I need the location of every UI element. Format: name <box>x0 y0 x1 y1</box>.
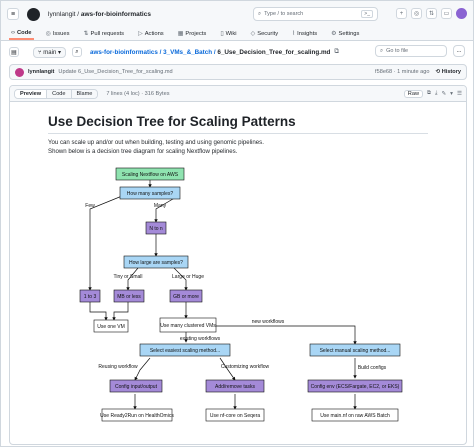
plus-icon[interactable]: + <box>396 8 407 19</box>
new-workflows-label: new workflows <box>252 319 285 325</box>
node-many-vms-label: Use many clustered VMs <box>160 323 216 329</box>
latest-commit: lynnlangit Update 6_Use_Decision_Tree_fo… <box>9 64 467 80</box>
command-palette-icon[interactable]: >_ <box>361 10 373 18</box>
node-batch-label: Use main.nf on raw AWS Batch <box>320 413 390 419</box>
book-icon: ▯ <box>220 31 224 37</box>
commit-sha-time[interactable]: f58e68 · 1 minute ago <box>375 69 429 75</box>
issue-icon: ◎ <box>45 31 51 37</box>
commit-avatar[interactable] <box>15 67 24 77</box>
play-icon: ▷ <box>138 31 143 37</box>
intro-line-1: You can scale up and/or out when buildin… <box>48 139 264 146</box>
go-to-file-placeholder: Go to file <box>386 48 409 54</box>
node-ready2run-label: Use Ready2Run on HealthOmics <box>100 413 174 419</box>
history-button[interactable]: ⟲ History <box>435 69 461 75</box>
owner-link[interactable]: lynnlangit <box>48 11 75 18</box>
copy-path-icon[interactable]: ⧉ <box>334 48 339 56</box>
pr-icon: ⇅ <box>83 31 89 37</box>
view-mode-toggle: Preview Code Blame <box>14 88 99 99</box>
branch-select[interactable]: ⑂ main ▾ <box>33 46 66 58</box>
tab-wiki[interactable]: ▯ Wiki <box>218 27 238 40</box>
many-label: Many <box>154 203 167 209</box>
sidebar-toggle-icon[interactable]: ▤ <box>9 47 19 57</box>
commit-message[interactable]: Update 6_Use_Decision_Tree_for_scaling.m… <box>58 69 172 75</box>
pull-requests-icon[interactable]: ⇅ <box>426 8 437 19</box>
download-icon[interactable]: ⤓ <box>435 90 437 97</box>
node-manual-label: Select manual scaling method... <box>320 348 391 354</box>
tab-code[interactable]: ‹› Code <box>9 27 34 40</box>
breadcrumb-file: 6_Use_Decision_Tree_for_scaling.md <box>217 48 331 56</box>
node-q2-label: How large are samples? <box>129 260 183 266</box>
tab-settings[interactable]: ⚙ Settings <box>329 27 361 40</box>
repo-nav: ‹› Code ◎ Issues ⇅ Pull requests ▷ Actions ▦… <box>1 27 473 41</box>
github-logo-icon[interactable] <box>27 7 40 21</box>
code-tab[interactable]: Code <box>47 89 72 98</box>
inbox-icon[interactable]: ▭ <box>441 8 452 19</box>
global-header: ≡ lynnlangit / aws-for-bioinformatics ⌕ … <box>1 1 473 27</box>
issues-icon[interactable]: ◎ <box>411 8 422 19</box>
branch-name: main <box>43 49 57 56</box>
markdown-body: Use Decision Tree for Scaling Patterns Y… <box>10 102 466 164</box>
search-icon[interactable]: ⌕ <box>71 47 82 57</box>
node-config-io-label: Config input/output <box>115 384 158 390</box>
tab-projects[interactable]: ▦ Projects <box>176 27 209 40</box>
search-input[interactable]: ⌕ Type / to search >_ <box>253 7 378 21</box>
file-meta: 7 lines (4 loc) · 316 Bytes <box>106 90 170 97</box>
large-label: Large or Huge <box>172 274 204 280</box>
avatar[interactable] <box>456 8 467 19</box>
preview-tab[interactable]: Preview <box>15 89 48 98</box>
repo-name: aws-for-bioinformatics <box>80 10 151 18</box>
breadcrumb-dir[interactable]: 3_VMs_&_Batch <box>163 49 212 56</box>
raw-button[interactable]: Raw <box>403 89 423 98</box>
code-icon: ‹› <box>11 29 15 36</box>
edit-icon[interactable]: ✎ <box>441 91 446 97</box>
breadcrumb-repo[interactable]: aws-for-bioinformatics <box>90 49 158 56</box>
node-mb-label: MB or less <box>117 294 141 300</box>
node-gb-label: GB or more <box>173 294 199 300</box>
edit-menu-icon[interactable]: ▾ <box>450 91 453 97</box>
file-viewer: Preview Code Blame 7 lines (4 loc) · 316… <box>9 85 467 445</box>
viewer-toolbar: Preview Code Blame 7 lines (4 loc) · 316… <box>10 86 466 102</box>
tab-actions[interactable]: ▷ Actions <box>136 27 166 40</box>
outline-icon[interactable]: ☰ <box>457 91 462 97</box>
intro-line-2: Shown below is a decision tree diagram f… <box>48 147 238 155</box>
search-placeholder: Type / to search <box>264 11 304 17</box>
node-n-to-n-label: N to n <box>149 226 163 232</box>
menu-icon[interactable]: ≡ <box>7 8 19 20</box>
table-icon: ▦ <box>177 31 184 37</box>
copy-icon[interactable]: ⧉ <box>427 90 431 97</box>
shield-icon: ◇ <box>250 31 256 37</box>
repo-link[interactable]: aws-for-bioinformatics <box>81 11 151 18</box>
go-to-file-input[interactable]: ⌕ Go to file <box>375 45 447 57</box>
search-icon: ⌕ <box>258 10 262 17</box>
tab-insights[interactable]: ⌇ Insights <box>290 27 319 40</box>
tiny-label: Tiny or Small <box>114 274 143 280</box>
blame-tab[interactable]: Blame <box>71 89 98 98</box>
build-configs-label: Build configs <box>358 365 387 371</box>
commit-author[interactable]: lynnlangit <box>28 69 54 75</box>
node-start-label: Scaling Nextflow on AWS <box>122 172 179 178</box>
node-one-vm-label: Use one VM <box>97 324 125 330</box>
decision-tree-diagram: Few Many Tiny or Small Large or Huge exi… <box>79 167 403 422</box>
more-options-button[interactable]: ... <box>453 45 465 57</box>
header-actions: + ◎ ⇅ ▭ <box>396 8 467 19</box>
reusing-label: Reusing workflow <box>98 364 138 370</box>
file-header: ▤ ⑂ main ▾ ⌕ aws-for-bioinformatics / 3_… <box>9 45 467 59</box>
tab-security[interactable]: ◇ Security <box>249 27 281 40</box>
gear-icon: ⚙ <box>331 31 337 37</box>
node-q1-label: How many samples? <box>127 191 174 197</box>
node-add-remove-label: Add/remove tasks <box>215 384 256 390</box>
node-1-to-3-label: 1 to 3 <box>84 294 97 300</box>
node-easiest-label: Select easiest scaling method... <box>150 348 220 354</box>
breadcrumb: aws-for-bioinformatics / 3_VMs_&_Batch /… <box>89 48 331 56</box>
tab-pull-requests[interactable]: ⇅ Pull requests <box>82 27 127 40</box>
browser-frame: ≡ lynnlangit / aws-for-bioinformatics ⌕ … <box>0 0 474 447</box>
graph-icon: ⌇ <box>292 31 296 37</box>
node-seqera-label: Use nf-core on Seqera <box>210 413 261 419</box>
customizing-label: Customizing workflow <box>221 364 270 370</box>
existing-label: existing workflows <box>180 336 221 342</box>
few-label: Few <box>85 203 95 209</box>
page-title: Use Decision Tree for Scaling Patterns <box>48 114 428 134</box>
tab-issues[interactable]: ◎ Issues <box>44 27 72 40</box>
node-config-env-label: Config env (ECS/Fargate, EC2, or EKS) <box>311 384 400 390</box>
